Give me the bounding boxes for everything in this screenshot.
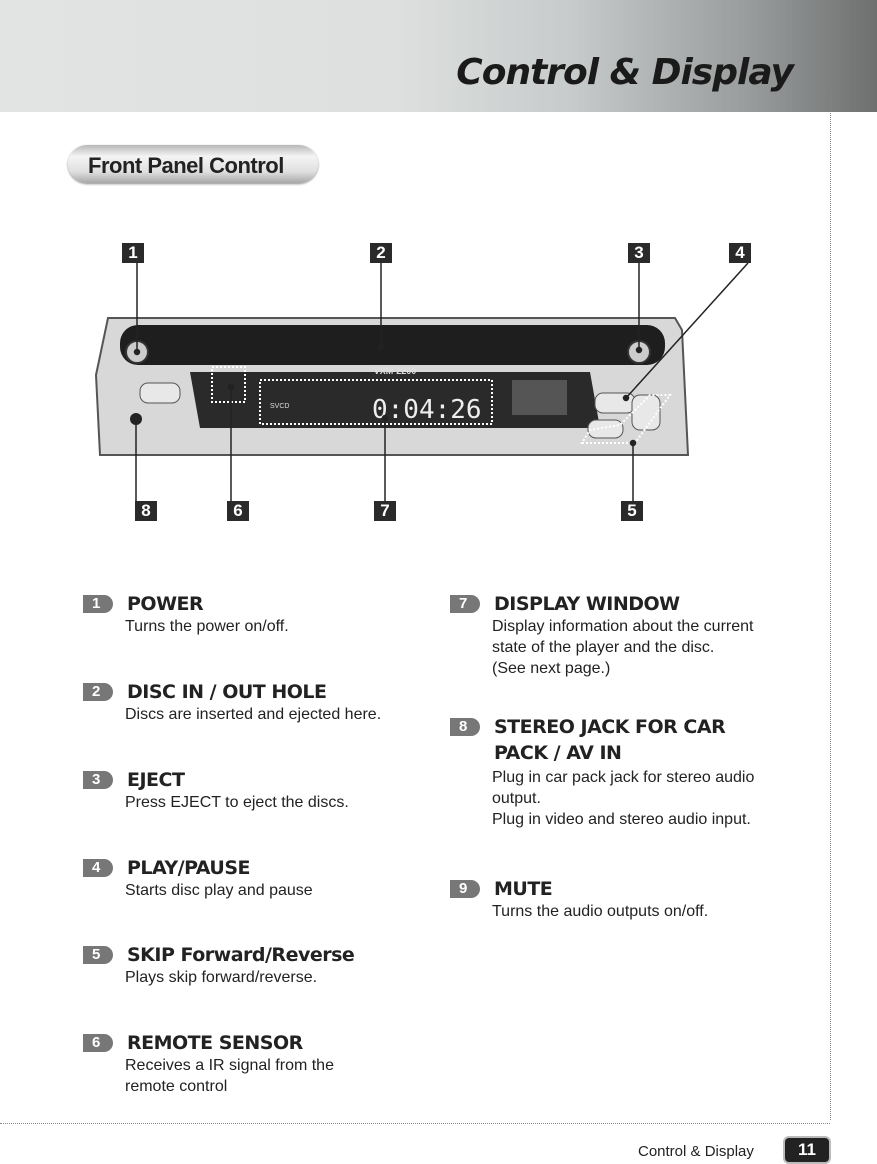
item-number: 4 (83, 859, 113, 877)
item-title: DISC IN / OUT HOLE (127, 681, 327, 703)
item-desc: Display information about the current sta… (492, 618, 754, 677)
item-title: POWER (127, 593, 204, 615)
item-number: 7 (450, 595, 480, 613)
item-desc: Starts disc play and pause (125, 882, 313, 899)
item-title: DISPLAY WINDOW (494, 593, 680, 615)
device-front-panel-figure: VXM-2200 SVCD 0:04:26 (94, 262, 749, 502)
callout-5: 5 (621, 501, 643, 521)
item-desc: Receives a IR signal from the remote cont… (125, 1057, 334, 1095)
item-number: 2 (83, 683, 113, 701)
item-title: MUTE (494, 878, 553, 900)
item-desc: Press EJECT to eject the discs. (125, 794, 349, 811)
callout-2: 2 (370, 243, 392, 263)
callout-6: 6 (227, 501, 249, 521)
divider (0, 1123, 830, 1124)
callout-7: 7 (374, 501, 396, 521)
item-desc: Discs are inserted and ejected here. (125, 706, 382, 723)
page-number: 11 (785, 1138, 829, 1162)
display-mode: SVCD (270, 403, 289, 410)
item-number: 5 (83, 946, 113, 964)
item-number: 9 (450, 880, 480, 898)
callout-3: 3 (628, 243, 650, 263)
callout-4: 4 (729, 243, 751, 263)
display-time: 0:04:26 (372, 395, 482, 425)
model-label: VXM-2200 (374, 366, 417, 376)
callout-1: 1 (122, 243, 144, 263)
item-desc: Turns the power on/off. (125, 618, 289, 635)
item-desc: Plays skip forward/reverse. (125, 969, 318, 986)
item-number: 6 (83, 1034, 113, 1052)
item-desc: Turns the audio outputs on/off. (492, 903, 709, 920)
item-title: PLAY/PAUSE (127, 857, 251, 879)
item-title-line2: PACK / AV IN (494, 742, 622, 764)
item-title: STEREO JACK FOR CAR (494, 716, 726, 738)
item-title: EJECT (127, 769, 185, 791)
footer-label: Control & Display (638, 1143, 754, 1160)
item-title: REMOTE SENSOR (127, 1032, 303, 1054)
item-desc: Plug in car pack jack for stereo audio ou… (492, 769, 755, 828)
item-title: SKIP Forward/Reverse (127, 944, 355, 966)
callout-8: 8 (135, 501, 157, 521)
item-number: 3 (83, 771, 113, 789)
item-number: 1 (83, 595, 113, 613)
item-number: 8 (450, 718, 480, 736)
